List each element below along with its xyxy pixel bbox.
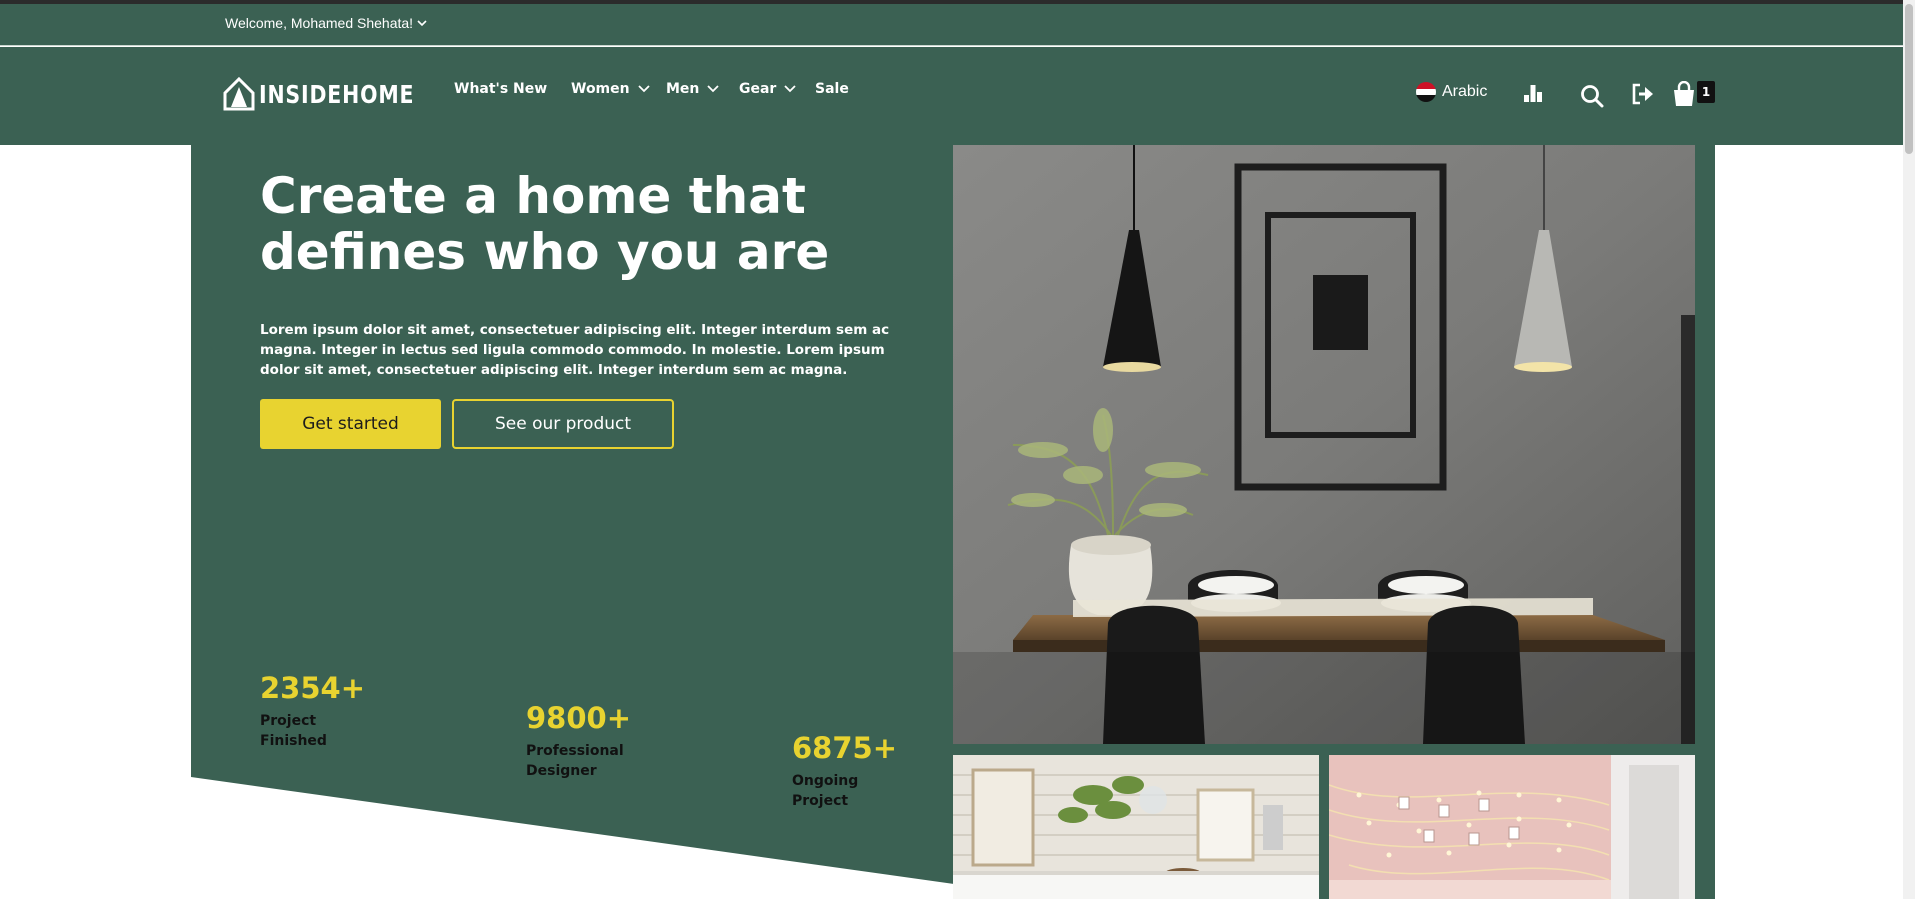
nav-item-men[interactable]: Men: [666, 81, 720, 97]
see-our-product-button[interactable]: See our product: [452, 399, 674, 449]
brand-logo[interactable]: INSIDEHOME: [223, 77, 449, 111]
house-logo-icon: [223, 77, 255, 111]
nav-item-label: Sale: [815, 81, 849, 97]
cart-count-badge: 1: [1697, 81, 1715, 103]
compare-chart-icon[interactable]: [1522, 83, 1544, 103]
welcome-menu[interactable]: Welcome, Mohamed Shehata!: [225, 15, 427, 31]
brand-name: INSIDEHOME: [259, 79, 415, 109]
scrollbar-thumb[interactable]: [1905, 4, 1913, 154]
nav-item-sale[interactable]: Sale: [815, 81, 849, 97]
stat-label: Project Finished: [260, 713, 327, 749]
stat-professional-designer: 9800+ Professional Designer: [526, 701, 696, 781]
language-switch[interactable]: Arabic: [1416, 82, 1487, 102]
nav-item-gear[interactable]: Gear: [739, 81, 796, 97]
nav-item-label: Men: [666, 81, 700, 97]
chevron-down-icon: [637, 85, 650, 93]
logout-icon[interactable]: [1631, 83, 1655, 105]
chevron-down-icon: [784, 85, 796, 93]
hero-title: Create a home that defines who you are: [260, 167, 830, 281]
chevron-down-icon: [707, 85, 720, 93]
pink-bedroom-image: [1329, 755, 1695, 899]
nav-item-whats-new[interactable]: What's New: [454, 81, 547, 97]
stat-value: 9800+: [526, 701, 632, 735]
nav-item-women[interactable]: Women: [571, 81, 650, 97]
nav-item-label: What's New: [454, 81, 548, 97]
welcome-text: Welcome, Mohamed Shehata!: [225, 15, 414, 31]
stat-projects-finished: 2354+ Project Finished: [260, 671, 430, 751]
top-bar: Welcome, Mohamed Shehata!: [0, 4, 1915, 46]
dining-room-image: [953, 145, 1695, 744]
stat-ongoing-project: 6875+ Ongoing Project: [792, 731, 962, 811]
stat-label: Professional Designer: [526, 743, 624, 779]
get-started-button[interactable]: Get started: [260, 399, 441, 449]
stat-value: 6875+: [792, 731, 898, 765]
hero-description: Lorem ipsum dolor sit amet, consectetuer…: [260, 322, 890, 378]
search-icon[interactable]: [1580, 84, 1604, 108]
stat-label: Ongoing Project: [792, 773, 859, 809]
language-label: Arabic: [1442, 83, 1488, 100]
egypt-flag-icon: [1416, 82, 1436, 102]
main-navbar: INSIDEHOME What's New Women Men Gear Sal…: [0, 47, 1915, 145]
nav-item-label: Women: [571, 81, 630, 97]
nav-item-label: Gear: [739, 81, 777, 97]
shopping-bag-icon[interactable]: [1672, 81, 1696, 107]
kitchen-shelf-image: [953, 755, 1319, 899]
chevron-down-icon: [417, 20, 427, 27]
stat-value: 2354+: [260, 671, 366, 705]
